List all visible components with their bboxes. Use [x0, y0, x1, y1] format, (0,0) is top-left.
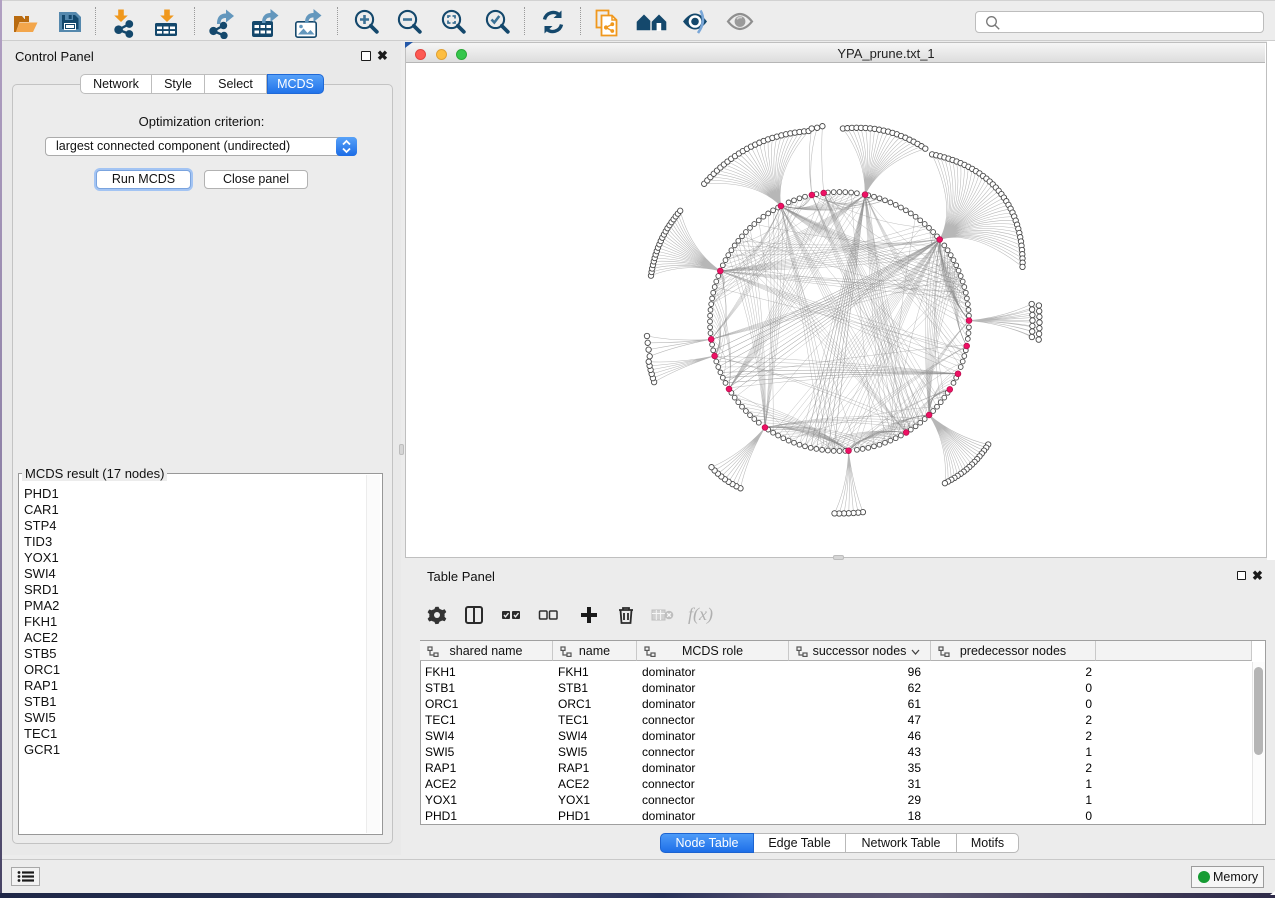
svg-text:f(x): f(x): [688, 604, 713, 625]
